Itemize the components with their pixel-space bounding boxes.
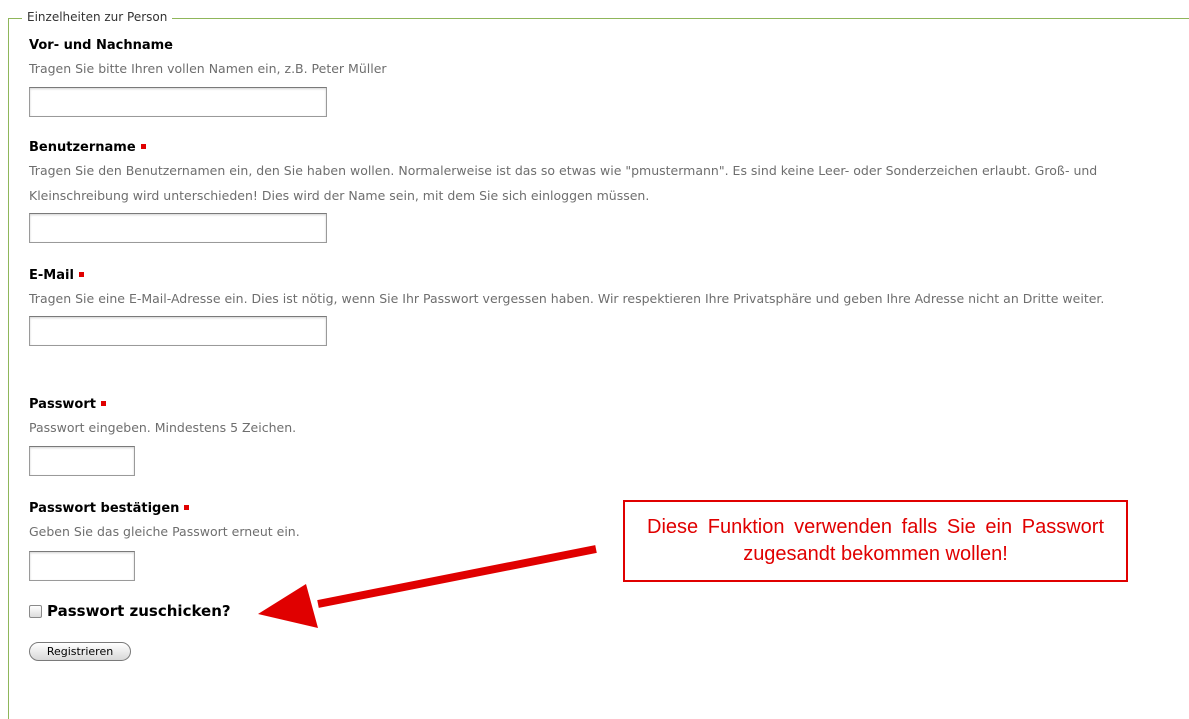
annotation-callout: Diese Funktion verwenden falls Sie ein P… [623,500,1128,582]
